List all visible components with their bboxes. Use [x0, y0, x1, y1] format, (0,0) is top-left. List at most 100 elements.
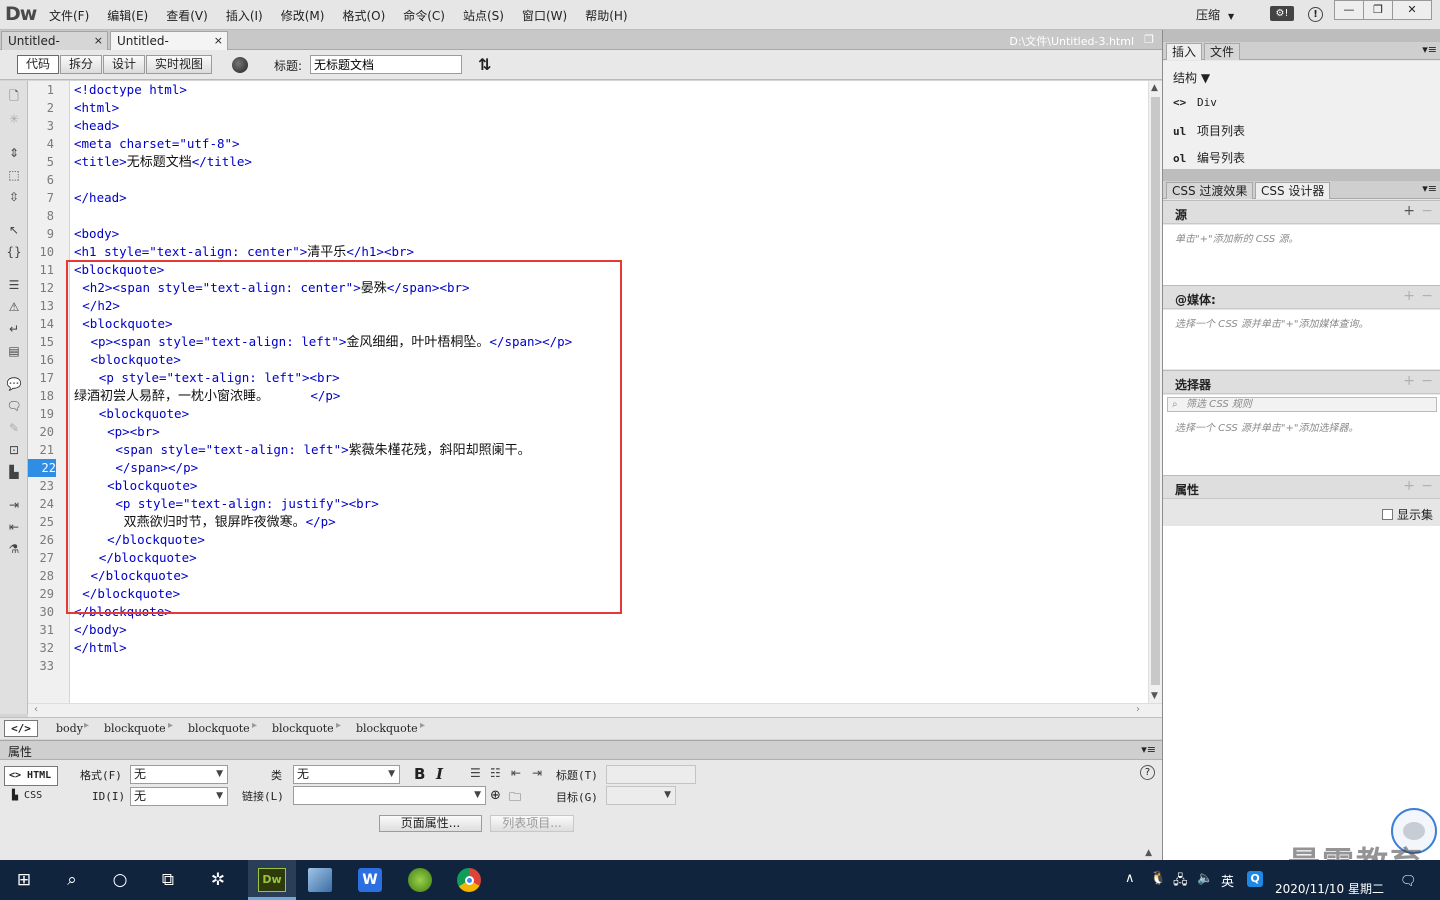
css-mode-button[interactable]: ▙ CSS	[12, 790, 42, 801]
code-line[interactable]: <blockquote>	[74, 477, 197, 495]
format-source-icon[interactable]: ⚗	[6, 542, 22, 556]
code-line[interactable]: 绿酒初尝人易醉，一枕小窗浓睡。 </p>	[74, 387, 340, 405]
line-numbers-icon[interactable]: ☰	[6, 278, 22, 292]
tag-crumb-blockquote[interactable]: blockquote	[188, 722, 250, 735]
italic-button[interactable]: I	[436, 765, 443, 783]
pinwheel-app-icon[interactable]: ✲	[204, 866, 232, 894]
target-select[interactable]: ▼	[606, 786, 676, 805]
ime-indicator[interactable]: 英	[1221, 871, 1234, 890]
volume-icon[interactable]: 🔈	[1197, 871, 1213, 886]
code-line[interactable]: </blockquote>	[74, 603, 172, 621]
dreamweaver-taskbar-icon[interactable]: Dw	[258, 868, 286, 892]
tag-crumb-body[interactable]: body	[56, 722, 83, 735]
scroll-left-icon[interactable]: ‹	[34, 704, 38, 715]
panel-menu-icon[interactable]: ▾≡	[1141, 743, 1156, 756]
format-select[interactable]: 无 ▼	[130, 765, 228, 784]
code-line[interactable]: <title>无标题文档</title>	[74, 153, 252, 171]
add-source-icon[interactable]: +	[1403, 203, 1415, 219]
menu-file[interactable]: 文件(F)	[40, 7, 98, 24]
menu-commands[interactable]: 命令(C)	[394, 7, 454, 24]
close-tab-icon[interactable]: ×	[94, 32, 103, 50]
show-code-navigator-icon[interactable]: ✳	[6, 112, 22, 126]
close-window-button[interactable]: ✕	[1392, 0, 1432, 20]
menu-site[interactable]: 站点(S)	[454, 7, 513, 24]
select-parent-tag-icon[interactable]: ↖	[6, 223, 22, 237]
live-view-button[interactable]: 实时视图	[146, 55, 213, 74]
add-media-icon[interactable]: +	[1403, 288, 1415, 304]
balance-braces-icon[interactable]: {}	[6, 245, 22, 259]
remove-media-icon[interactable]: −	[1421, 288, 1433, 304]
insert-ordered-list[interactable]: ol 编号列表	[1173, 149, 1245, 166]
code-editor[interactable]: 1 2 3 4 5 6 7 8 9 10 11 12 13 14 15 16 17 18 19 20 21 22 23 24 2…	[28, 81, 1162, 703]
menu-modify[interactable]: 修改(M)	[272, 7, 334, 24]
code-line[interactable]: <blockquote>	[74, 261, 164, 279]
panel-collapse-bar[interactable]	[1163, 30, 1440, 42]
notepad-app-icon[interactable]	[308, 868, 332, 892]
indent-icon[interactable]: ⇥	[532, 766, 542, 780]
code-line[interactable]: </blockquote>	[74, 531, 205, 549]
remove-comment-icon[interactable]: 🗨	[6, 399, 22, 413]
task-view-icon[interactable]: ⧉	[154, 866, 182, 894]
remove-property-icon[interactable]: −	[1421, 478, 1433, 494]
ordered-list-icon[interactable]: ☷	[490, 766, 501, 780]
search-icon[interactable]: ⌕	[58, 866, 86, 894]
split-view-button[interactable]: 拆分	[60, 55, 103, 74]
code-line[interactable]: <p><span style="text-align: left">金风细细，叶…	[74, 333, 573, 351]
info-icon[interactable]: !	[1308, 7, 1323, 22]
indent-code-icon[interactable]: ⇥	[6, 498, 22, 512]
code-tag-icon[interactable]: </>	[4, 720, 38, 737]
insert-div[interactable]: <> Div	[1173, 95, 1217, 109]
link-input[interactable]: ▼	[293, 786, 486, 805]
word-wrap-icon[interactable]: ↵	[6, 322, 22, 336]
outdent-icon[interactable]: ⇤	[511, 766, 521, 780]
show-hidden-icons-icon[interactable]: ∧	[1125, 871, 1135, 886]
tag-crumb-blockquote[interactable]: blockquote	[104, 722, 166, 735]
code-line[interactable]: <p style="text-align: left"><br>	[74, 369, 340, 387]
scroll-right-icon[interactable]: ›	[1136, 704, 1140, 715]
show-set-checkbox[interactable]: 显示集	[1381, 506, 1433, 523]
apply-comment-icon[interactable]: 💬	[6, 377, 22, 391]
code-line[interactable]: <h2><span style="text-align: center">晏殊<…	[74, 279, 469, 297]
tab-files[interactable]: 文件	[1204, 43, 1241, 60]
open-documents-icon[interactable]: 🗋	[6, 89, 22, 103]
move-css-icon[interactable]: ▙	[6, 465, 22, 479]
outdent-code-icon[interactable]: ⇤	[6, 520, 22, 534]
panel-collapse-bar[interactable]	[1163, 169, 1440, 181]
collapse-full-tag-icon[interactable]: ⇕	[6, 146, 22, 160]
recent-snippets-icon[interactable]: ⊡	[6, 443, 22, 457]
code-line[interactable]: <p><br>	[74, 423, 160, 441]
code-line[interactable]: </body>	[74, 621, 127, 639]
add-selector-icon[interactable]: +	[1403, 373, 1415, 389]
expand-all-icon[interactable]: ⇳	[6, 190, 22, 204]
code-line[interactable]: </h2>	[74, 297, 120, 315]
panel-menu-icon[interactable]: ▾≡	[1422, 43, 1437, 56]
code-line[interactable]: 双燕欲归时节，银屏昨夜微寒。</p>	[74, 513, 336, 531]
close-tab-icon[interactable]: ×	[214, 32, 223, 50]
syntax-coloring-icon[interactable]: ▤	[6, 344, 22, 358]
code-line[interactable]: </blockquote>	[74, 567, 189, 585]
scroll-up-icon[interactable]: ▲	[1151, 83, 1158, 93]
help-icon[interactable]: ?	[1140, 765, 1155, 780]
minimize-button[interactable]: —	[1334, 0, 1364, 20]
qq-icon[interactable]: Q	[1247, 871, 1263, 887]
code-line[interactable]: <blockquote>	[74, 351, 181, 369]
highlight-invalid-code-icon[interactable]: ⚠	[6, 300, 22, 314]
code-line[interactable]: <body>	[74, 225, 119, 243]
list-item-button[interactable]: 列表项目...	[490, 815, 574, 832]
file-transfer-icon[interactable]: ⇅	[478, 55, 491, 74]
code-line[interactable]: <!doctype html>	[74, 81, 187, 99]
code-line[interactable]: <html>	[74, 99, 119, 117]
melon-app-icon[interactable]	[408, 868, 432, 892]
code-line[interactable]: <meta charset="utf-8">	[74, 135, 240, 153]
point-to-file-icon[interactable]: ⊕	[490, 788, 501, 803]
expand-panel-icon[interactable]: ▲	[1145, 848, 1152, 858]
vertical-scrollbar[interactable]: ▲ ▼	[1148, 81, 1162, 703]
cortana-icon[interactable]: ○	[106, 866, 134, 894]
menu-view[interactable]: 查看(V)	[157, 7, 217, 24]
code-line[interactable]: <span style="text-align: left">紫薇朱槿花残，斜阳…	[74, 441, 530, 459]
code-line[interactable]: </blockquote>	[74, 585, 180, 603]
remove-selector-icon[interactable]: −	[1421, 373, 1433, 389]
unordered-list-icon[interactable]: ☰	[470, 766, 481, 780]
filter-css-rules-input[interactable]: ⌕ 筛选 CSS 规则	[1167, 397, 1437, 412]
tag-crumb-blockquote[interactable]: blockquote	[272, 722, 334, 735]
